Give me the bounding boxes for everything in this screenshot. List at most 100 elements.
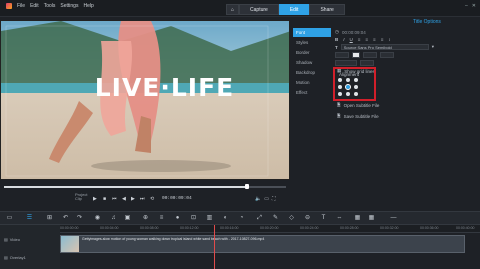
sidebar-item-backdrop[interactable]: Backdrop [293, 68, 331, 77]
ruler-tick: 00:00:16:00 [220, 226, 239, 230]
mask-creator-icon[interactable]: ◐ [222, 215, 229, 222]
ruler-tick: 00:00:00:00 [60, 226, 79, 230]
playhead[interactable] [214, 225, 215, 269]
align-bottom-center[interactable] [346, 92, 350, 96]
video-preview[interactable]: LIVE·LIFE [0, 20, 290, 180]
save-subtitle-icon[interactable]: 🗎 [337, 112, 341, 120]
open-subtitle-icon[interactable]: 🗎 [337, 101, 341, 109]
menu-help[interactable]: Help [83, 3, 93, 9]
ruler-tick: 00:00:36:00 [420, 226, 439, 230]
multi-camera-icon[interactable]: ⊡ [190, 215, 197, 222]
step-forward-icon[interactable]: ▶ [131, 196, 135, 202]
sidebar-item-shadow[interactable]: Shadow [293, 58, 331, 67]
top-bar: File Edit Tools Settings Help ⌂ Capture … [0, 0, 480, 17]
align-middle-left[interactable] [338, 85, 342, 89]
clip-name: Gettyimages-slow motion of young woman w… [82, 237, 265, 241]
menu-settings[interactable]: Settings [60, 3, 78, 9]
font-color-swatch[interactable] [352, 52, 360, 58]
minimize-icon[interactable]: – [465, 3, 468, 9]
record-capture-icon[interactable]: ◉ [94, 215, 101, 222]
save-subtitle-file-button[interactable]: Save Subtitle File [344, 114, 379, 119]
bold-icon[interactable]: B [335, 37, 338, 42]
undo-icon[interactable]: ↶ [62, 215, 69, 222]
letter-spacing-field[interactable] [380, 52, 394, 58]
painting-creator-icon[interactable]: ✎ [272, 215, 279, 222]
close-icon[interactable]: ✕ [472, 3, 476, 9]
menu-edit[interactable]: Edit [30, 3, 39, 9]
align-top-right[interactable] [354, 78, 358, 82]
align-left-icon[interactable]: ≡ [358, 37, 361, 42]
auto-music-icon[interactable]: ▣ [124, 215, 131, 222]
video-clip[interactable]: Gettyimages-slow motion of young woman w… [60, 235, 465, 253]
tab-capture[interactable]: Capture [239, 4, 279, 15]
speed-icon[interactable]: ◔ [238, 215, 245, 222]
menu-file[interactable]: File [17, 3, 25, 9]
justify-icon[interactable]: ≡ [381, 37, 384, 42]
zoom-slider-icon[interactable]: — [390, 215, 397, 222]
home-tab[interactable]: ⌂ [226, 4, 240, 15]
clock-icon: ◷ [335, 29, 339, 34]
align-right-icon[interactable]: ≡ [373, 37, 376, 42]
sound-mixer-icon[interactable]: ♫ [110, 215, 117, 222]
open-subtitle-file-button[interactable]: Open Subtitle File [344, 103, 380, 108]
font-family-select[interactable]: Source Sans Pro Semibold [340, 44, 429, 50]
fit-project-icon[interactable]: ⇔ [336, 215, 343, 222]
repeat-icon[interactable]: ⟲ [150, 196, 154, 202]
previous-frame-icon[interactable]: ⏮ [112, 196, 117, 202]
redo-icon[interactable]: ↷ [76, 215, 83, 222]
overlay-track-icon: ▤ [4, 255, 8, 260]
kerning-field[interactable] [360, 60, 374, 66]
next-frame-icon[interactable]: ⏭ [140, 196, 145, 202]
tab-share[interactable]: Share [309, 4, 345, 15]
underline-icon[interactable]: U [350, 37, 353, 42]
resolution-icon[interactable]: ▭ [264, 196, 269, 202]
fullscreen-icon[interactable]: ⛶ [272, 196, 276, 202]
align-center-icon[interactable]: ≡ [365, 37, 368, 42]
text-direction-icon[interactable]: ↕ [388, 37, 390, 42]
3d-title-icon[interactable]: ◇ [288, 215, 295, 222]
motion-tracking-icon[interactable]: ⊕ [142, 215, 149, 222]
storyboard-view-icon[interactable]: ▭ [6, 215, 13, 222]
stop-icon[interactable]: ■ [103, 196, 106, 202]
scrub-bar[interactable] [0, 183, 290, 190]
line-spacing-field[interactable] [363, 52, 377, 58]
italic-icon[interactable]: I [343, 37, 344, 42]
timeline-view-icon[interactable]: ☰ [26, 215, 33, 222]
preview-timecode[interactable]: 00:00:09:04 [162, 196, 192, 201]
audio-ducking-icon[interactable]: ⊖ [304, 215, 311, 222]
pan-zoom-icon[interactable]: ⤢ [256, 215, 263, 222]
sidebar-item-styles[interactable]: Styles [293, 38, 331, 47]
scrub-handle[interactable] [244, 184, 249, 189]
sidebar-item-effect[interactable]: Effect [293, 88, 331, 97]
align-bottom-right[interactable] [354, 92, 358, 96]
duration-field[interactable]: 00:00:09:04 [342, 30, 366, 35]
volume-icon[interactable]: 🔈 [255, 196, 261, 202]
title-icon[interactable]: T [320, 215, 327, 222]
ruler-tick: 00:00:40:00 [456, 226, 475, 230]
ruler-tick: 00:00:04:00 [100, 226, 119, 230]
zoom-out-icon[interactable]: ▦ [354, 215, 361, 222]
track-manager-icon[interactable]: ⊞ [46, 215, 53, 222]
font-size-field[interactable] [335, 52, 349, 58]
align-middle-center[interactable] [345, 84, 351, 90]
subtitle-editor-icon[interactable]: ≡ [158, 215, 165, 222]
zoom-in-icon[interactable]: ▦ [368, 215, 375, 222]
color-grading-icon[interactable]: ● [174, 215, 181, 222]
sidebar-item-motion[interactable]: Motion [293, 78, 331, 87]
play-icon[interactable]: ▶ [93, 196, 97, 202]
align-bottom-left[interactable] [338, 92, 342, 96]
menu-tools[interactable]: Tools [44, 3, 56, 9]
split-screen-icon[interactable]: ▥ [206, 215, 213, 222]
align-top-left[interactable] [338, 78, 342, 82]
sidebar-item-border[interactable]: Border [293, 48, 331, 57]
sidebar-item-font[interactable]: Font [293, 28, 331, 37]
timeline-ruler[interactable]: 00:00:00:00 00:00:04:00 00:00:08:00 00:0… [60, 225, 480, 233]
title-overlay-text[interactable]: LIVE·LIFE [87, 73, 242, 102]
align-middle-right[interactable] [354, 85, 358, 89]
mode-clip-label[interactable]: Clip [75, 197, 87, 201]
tab-edit[interactable]: Edit [278, 4, 310, 15]
align-top-center[interactable] [346, 78, 350, 82]
angle-field[interactable] [335, 60, 357, 66]
step-back-icon[interactable]: ◀ [122, 196, 126, 202]
scrub-progress [4, 186, 247, 188]
